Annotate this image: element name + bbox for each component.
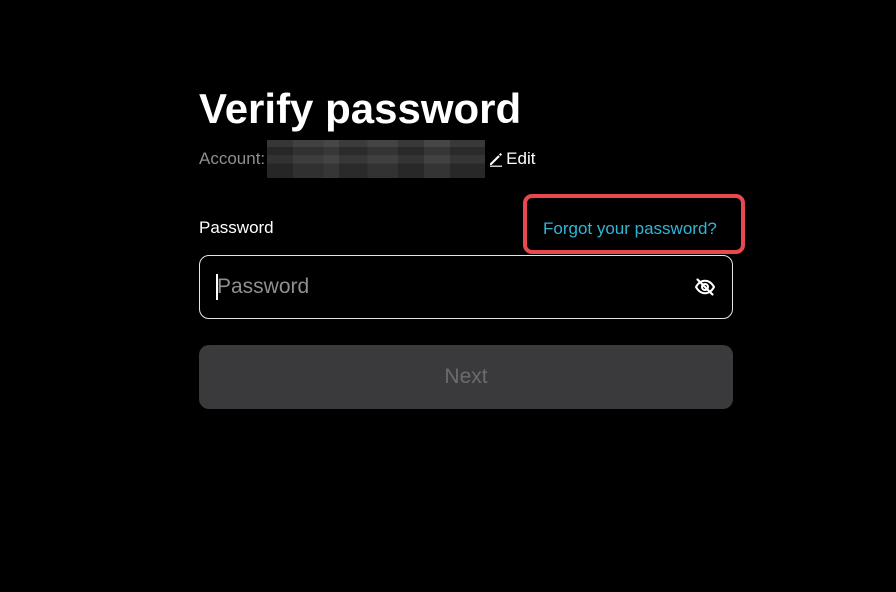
verify-password-screen: Verify password Account: Edit Password F… [0, 0, 896, 592]
edit-label: Edit [506, 149, 536, 168]
account-label: Account: [199, 149, 266, 168]
text-caret [216, 274, 218, 300]
account-value-redacted [267, 140, 486, 178]
page-title: Verify password [199, 85, 522, 132]
password-field[interactable] [199, 255, 733, 319]
account-row: Account: Edit [199, 140, 535, 178]
pencil-icon [488, 151, 504, 167]
forgot-password-link[interactable]: Forgot your password? [543, 218, 717, 240]
next-button[interactable]: Next [199, 345, 733, 409]
edit-account-link[interactable]: Edit [488, 149, 535, 169]
password-label: Password [199, 218, 274, 237]
eye-off-icon[interactable] [694, 276, 716, 298]
password-input[interactable] [217, 256, 677, 318]
